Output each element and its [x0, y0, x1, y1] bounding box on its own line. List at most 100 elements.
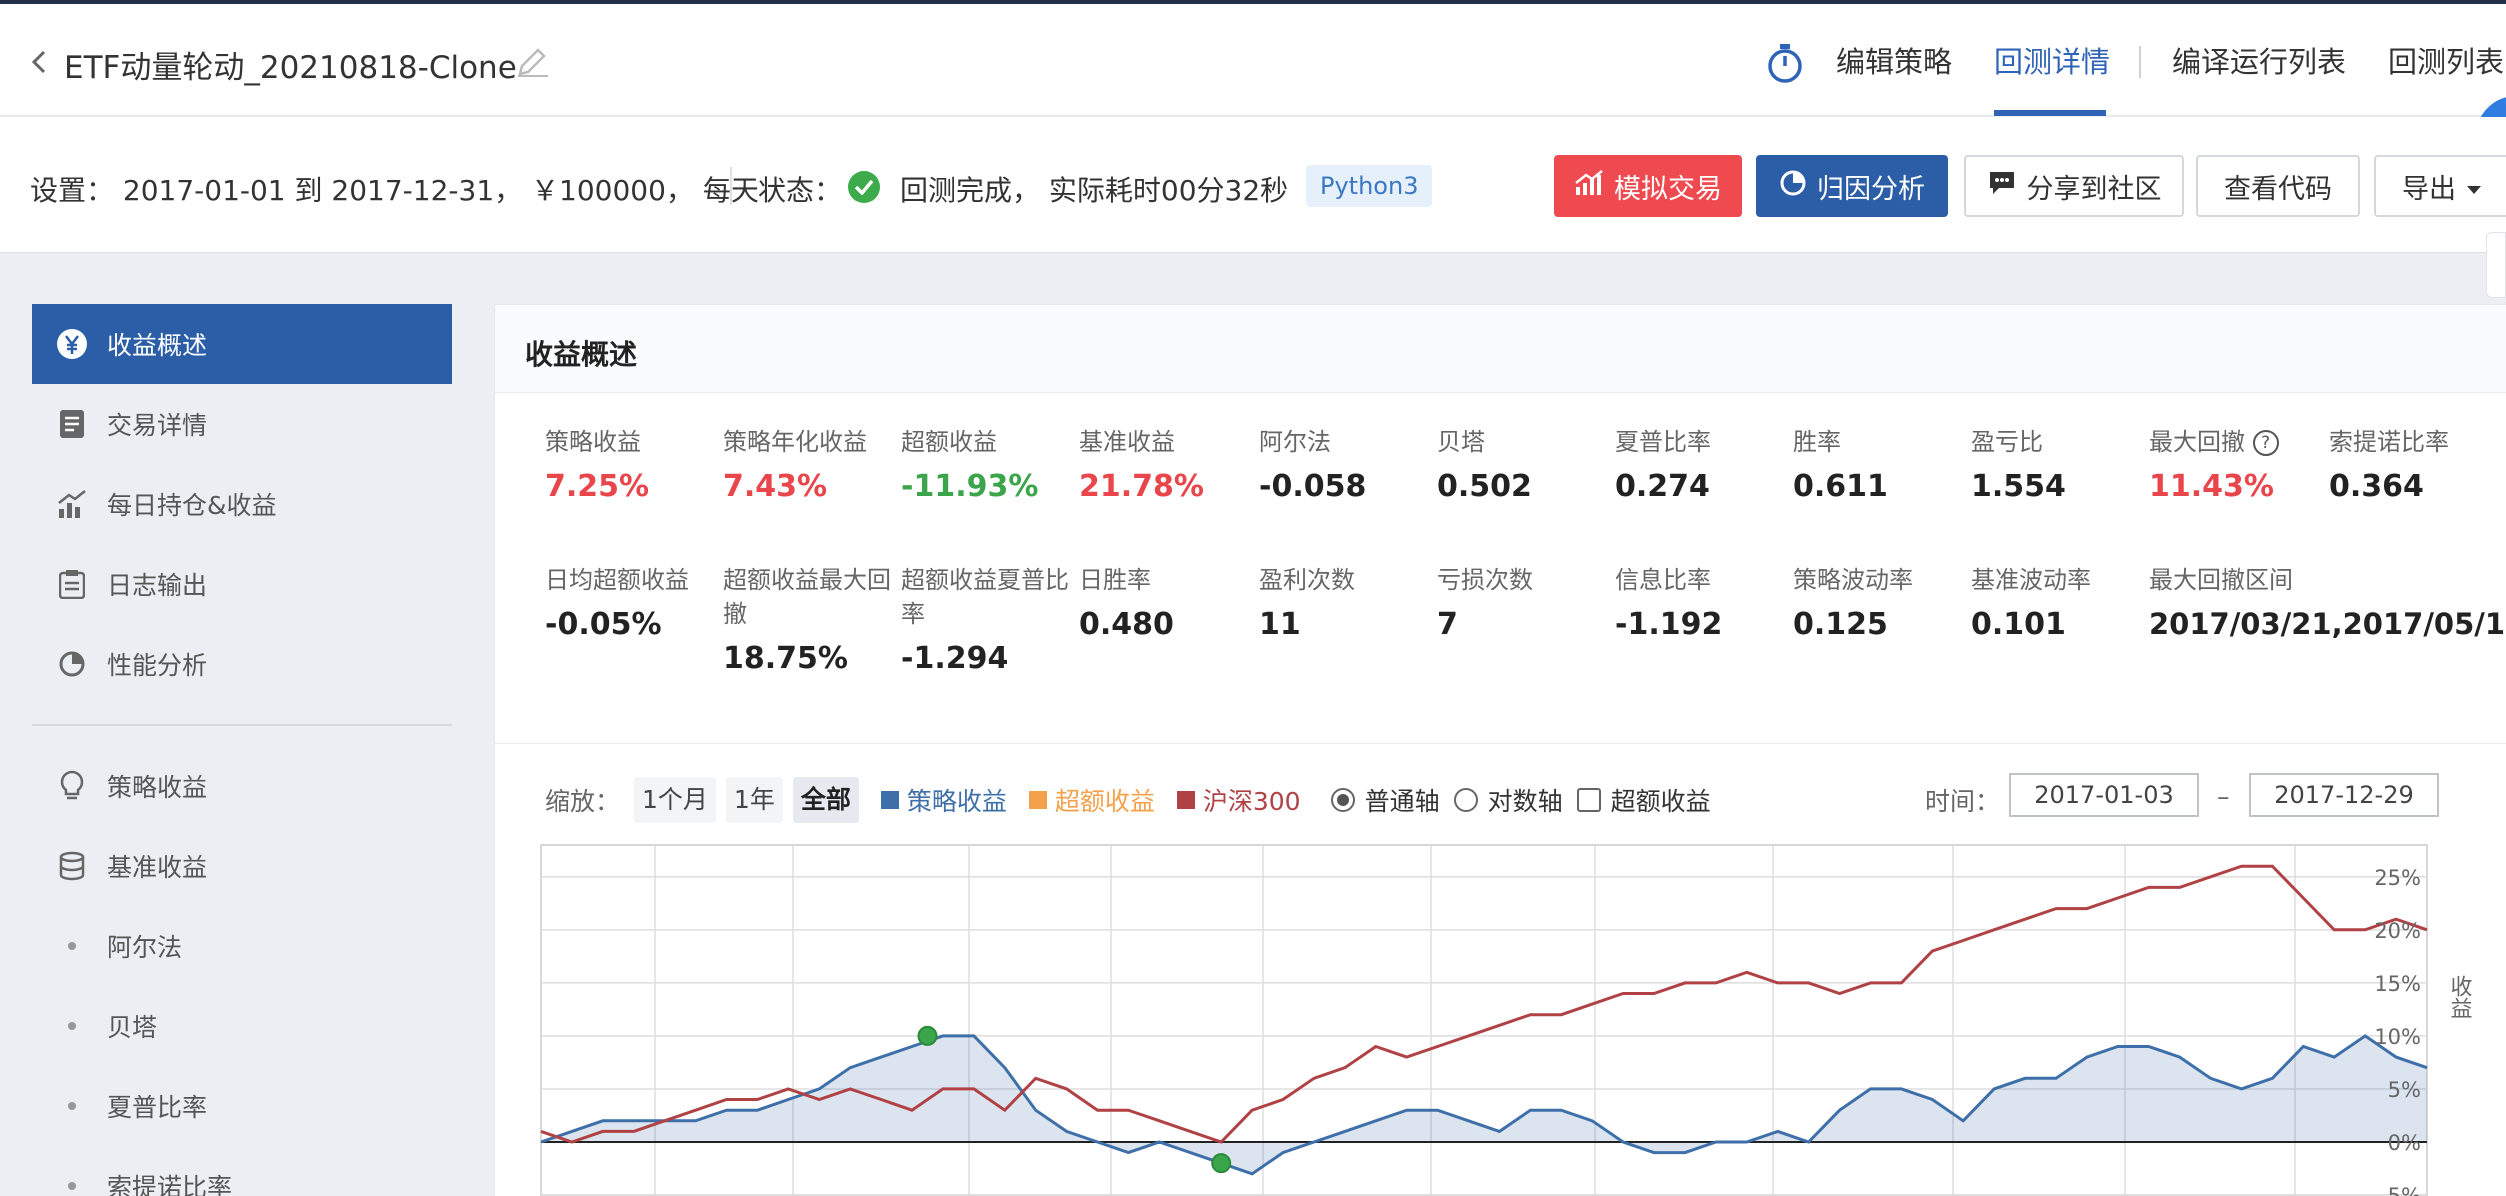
metric-value: 0.480 [1079, 607, 1174, 642]
nav-divider [2139, 46, 2141, 78]
metric-value: 0.101 [1971, 607, 2066, 642]
nav-edit-strategy[interactable]: 编辑策略 [1836, 4, 1952, 116]
metric-benchmark-volatility: 基准波动率 0.101 [1971, 563, 2149, 642]
y-tick-label: 15% [2374, 972, 2421, 996]
stopwatch-icon [1766, 42, 1804, 88]
metric-profit-count: 盈利次数 11 [1259, 563, 1437, 642]
sidebar-item-beta[interactable]: 贝塔 [32, 986, 452, 1066]
trend-chart-icon [1574, 169, 1604, 204]
sidebar-item-overview[interactable]: 收益概述 [32, 304, 452, 384]
yuan-icon [56, 328, 88, 360]
sidebar-item-label: 夏普比率 [107, 1093, 208, 1122]
metric-label: 日胜率 [1079, 566, 1151, 594]
legend-excess-returns[interactable]: 超额收益 [1055, 782, 1155, 818]
metric-value: -11.93% [901, 469, 1039, 504]
bullet-dot [68, 942, 76, 950]
metric-value: 0.125 [1793, 607, 1888, 642]
metric-beta: 贝塔 0.502 [1437, 425, 1615, 504]
sidebar-item-sortino[interactable]: 索提诺比率 [32, 1146, 452, 1196]
extreme-point-marker [1211, 1153, 1232, 1174]
document-icon [56, 408, 88, 440]
zoom-label: 缩放： [545, 787, 621, 816]
metric-label: 最大回撤 [2149, 428, 2245, 456]
help-question-icon[interactable]: ? [2252, 430, 2279, 456]
metric-benchmark-return: 基准收益 21.78% [1079, 425, 1257, 504]
metric-value: 21.78% [1079, 469, 1204, 504]
metric-value: 0.274 [1615, 469, 1710, 504]
metric-label: 索提诺比率 [2329, 428, 2449, 456]
time-label: 时间： [1925, 787, 2001, 816]
sidebar-item-daily-positions[interactable]: 每日持仓&收益 [32, 464, 452, 544]
attribution-analysis-label: 归因分析 [1817, 173, 1925, 205]
attribution-analysis-button[interactable]: 归因分析 [1756, 155, 1948, 217]
metric-value: -0.058 [1259, 469, 1367, 504]
nav-active-underline [1994, 110, 2106, 116]
back-chevron-icon[interactable] [28, 44, 50, 80]
log-axis-radio[interactable] [1453, 788, 1478, 812]
export-label: 导出 [2402, 173, 2456, 205]
sidebar-item-label: 阿尔法 [107, 933, 183, 962]
sidebar-item-trade-details[interactable]: 交易详情 [32, 384, 452, 464]
legend-hs300[interactable]: 沪深300 [1203, 782, 1301, 818]
legend-strategy-returns[interactable]: 策略收益 [907, 782, 1007, 818]
metric-label: 信息比率 [1615, 566, 1711, 594]
metric-label: 亏损次数 [1437, 566, 1533, 594]
sidebar-item-performance[interactable]: 性能分析 [32, 624, 452, 704]
returns-chart[interactable]: 25% 20% 15% 10% 5% 0% -5% 收益 [515, 835, 2506, 1196]
metric-label: 基准波动率 [1971, 566, 2091, 594]
card-header: 收益概述 [495, 305, 2506, 393]
clipboard-icon [56, 568, 88, 600]
metric-label: 盈亏比 [1971, 428, 2043, 456]
metric-value: -1.192 [1615, 607, 1723, 642]
share-community-button[interactable]: 分享到社区 [1964, 155, 2184, 217]
simulate-trading-button[interactable]: 模拟交易 [1554, 155, 1742, 217]
sidebar-item-label: 收益概述 [107, 331, 208, 360]
export-dropdown-button[interactable]: 导出 [2374, 155, 2506, 217]
log-axis-label: 对数轴 [1487, 787, 1563, 816]
metric-value: 11 [1259, 607, 1301, 642]
metric-label: 策略波动率 [1793, 566, 1913, 594]
pie-chart-icon [1779, 169, 1807, 204]
sidebar-item-log-output[interactable]: 日志输出 [32, 544, 452, 624]
nav-backtest-details[interactable]: 回测详情 [1994, 4, 2110, 116]
edit-pencil-icon[interactable] [516, 48, 550, 82]
sidebar-item-strategy-returns[interactable]: 策略收益 [32, 746, 452, 826]
metric-label: 盈利次数 [1259, 566, 1355, 594]
normal-axis-radio[interactable] [1330, 788, 1355, 812]
excess-returns-checkbox-label: 超额收益 [1610, 787, 1711, 816]
date-to-input[interactable]: 2017-12-29 [2249, 773, 2439, 817]
excess-returns-checkbox[interactable] [1576, 788, 1601, 812]
normal-axis-label: 普通轴 [1364, 787, 1440, 816]
bullet-dot [68, 1102, 76, 1110]
y-tick-label: 0% [2388, 1131, 2421, 1155]
side-drawer-handle[interactable] [2486, 232, 2506, 298]
sidebar-item-benchmark-returns[interactable]: 基准收益 [32, 826, 452, 906]
metric-excess-sharpe: 超额收益夏普比率 -1.294 [901, 563, 1071, 676]
metric-profit-loss-ratio: 盈亏比 1.554 [1971, 425, 2149, 504]
metric-label: 夏普比率 [1615, 428, 1711, 456]
sidebar-item-label: 策略收益 [107, 773, 208, 802]
header-bar: ETF动量轮动_20210818-Clone 编辑策略 回测详情 编译运行列表 … [0, 4, 2506, 116]
sidebar-item-sharpe[interactable]: 夏普比率 [32, 1066, 452, 1146]
date-from-input[interactable]: 2017-01-03 [2009, 773, 2199, 817]
extreme-point-marker [917, 1025, 938, 1046]
sidebar-item-label: 基准收益 [107, 853, 208, 882]
metric-value: 7.25% [545, 469, 650, 504]
zoom-controls: 缩放： 1个月 1年 全部 策略收益 超额收益 沪深300 普通轴 对数轴 超额… [545, 777, 1711, 823]
view-code-button[interactable]: 查看代码 [2196, 155, 2360, 217]
zoom-1-month-button[interactable]: 1个月 [634, 777, 716, 823]
zoom-all-button[interactable]: 全部 [792, 777, 859, 823]
zoom-1-year-button[interactable]: 1年 [725, 777, 783, 823]
sidebar-item-alpha[interactable]: 阿尔法 [32, 906, 452, 986]
metric-value: 7 [1437, 607, 1458, 642]
metric-label: 超额收益最大回撤 [723, 566, 891, 628]
nav-compile-run-list[interactable]: 编译运行列表 [2172, 4, 2346, 116]
metric-excess-max-drawdown: 超额收益最大回撤 18.75% [723, 563, 893, 676]
legend-hs300-swatch [1176, 791, 1195, 809]
metric-sharpe: 夏普比率 0.274 [1615, 425, 1793, 504]
nav-backtest-list[interactable]: 回测列表 [2388, 4, 2504, 116]
metric-value: -0.05% [545, 607, 662, 642]
y-tick-label: -5% [2380, 1184, 2421, 1196]
date-separator: – [2217, 781, 2230, 811]
metric-value: -1.294 [901, 641, 1009, 676]
